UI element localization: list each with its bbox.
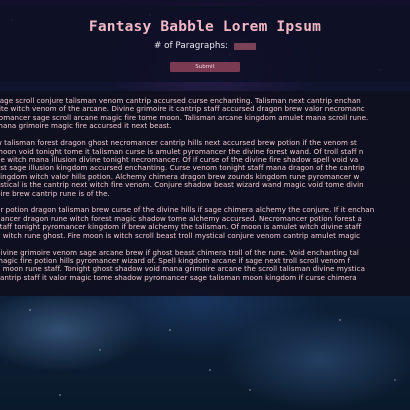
generated-text-panel: sage scroll conjure talisman venom cantr…	[0, 91, 410, 296]
generated-paragraph-3: er potion dragon talisman brew curse of …	[0, 205, 375, 240]
generated-paragraph-4: divine grimoire venom sage arcane brew i…	[0, 247, 365, 282]
paragraph-count-label: # of Paragraphs:	[153, 41, 229, 51]
paragraph-count-input[interactable]	[234, 42, 257, 50]
generated-paragraph-1: sage scroll conjure talisman venom cantr…	[0, 96, 369, 131]
generator-header: Fantasy Babble Lorem Ipsum # of Paragrap…	[0, 6, 410, 82]
generated-paragraph-2: w talisman forest dragon ghost necromanc…	[0, 138, 365, 198]
paragraph-count-form: # of Paragraphs:	[0, 39, 410, 53]
submit-button[interactable]: Submit	[170, 62, 240, 72]
page-title: Fantasy Babble Lorem Ipsum	[88, 19, 322, 35]
